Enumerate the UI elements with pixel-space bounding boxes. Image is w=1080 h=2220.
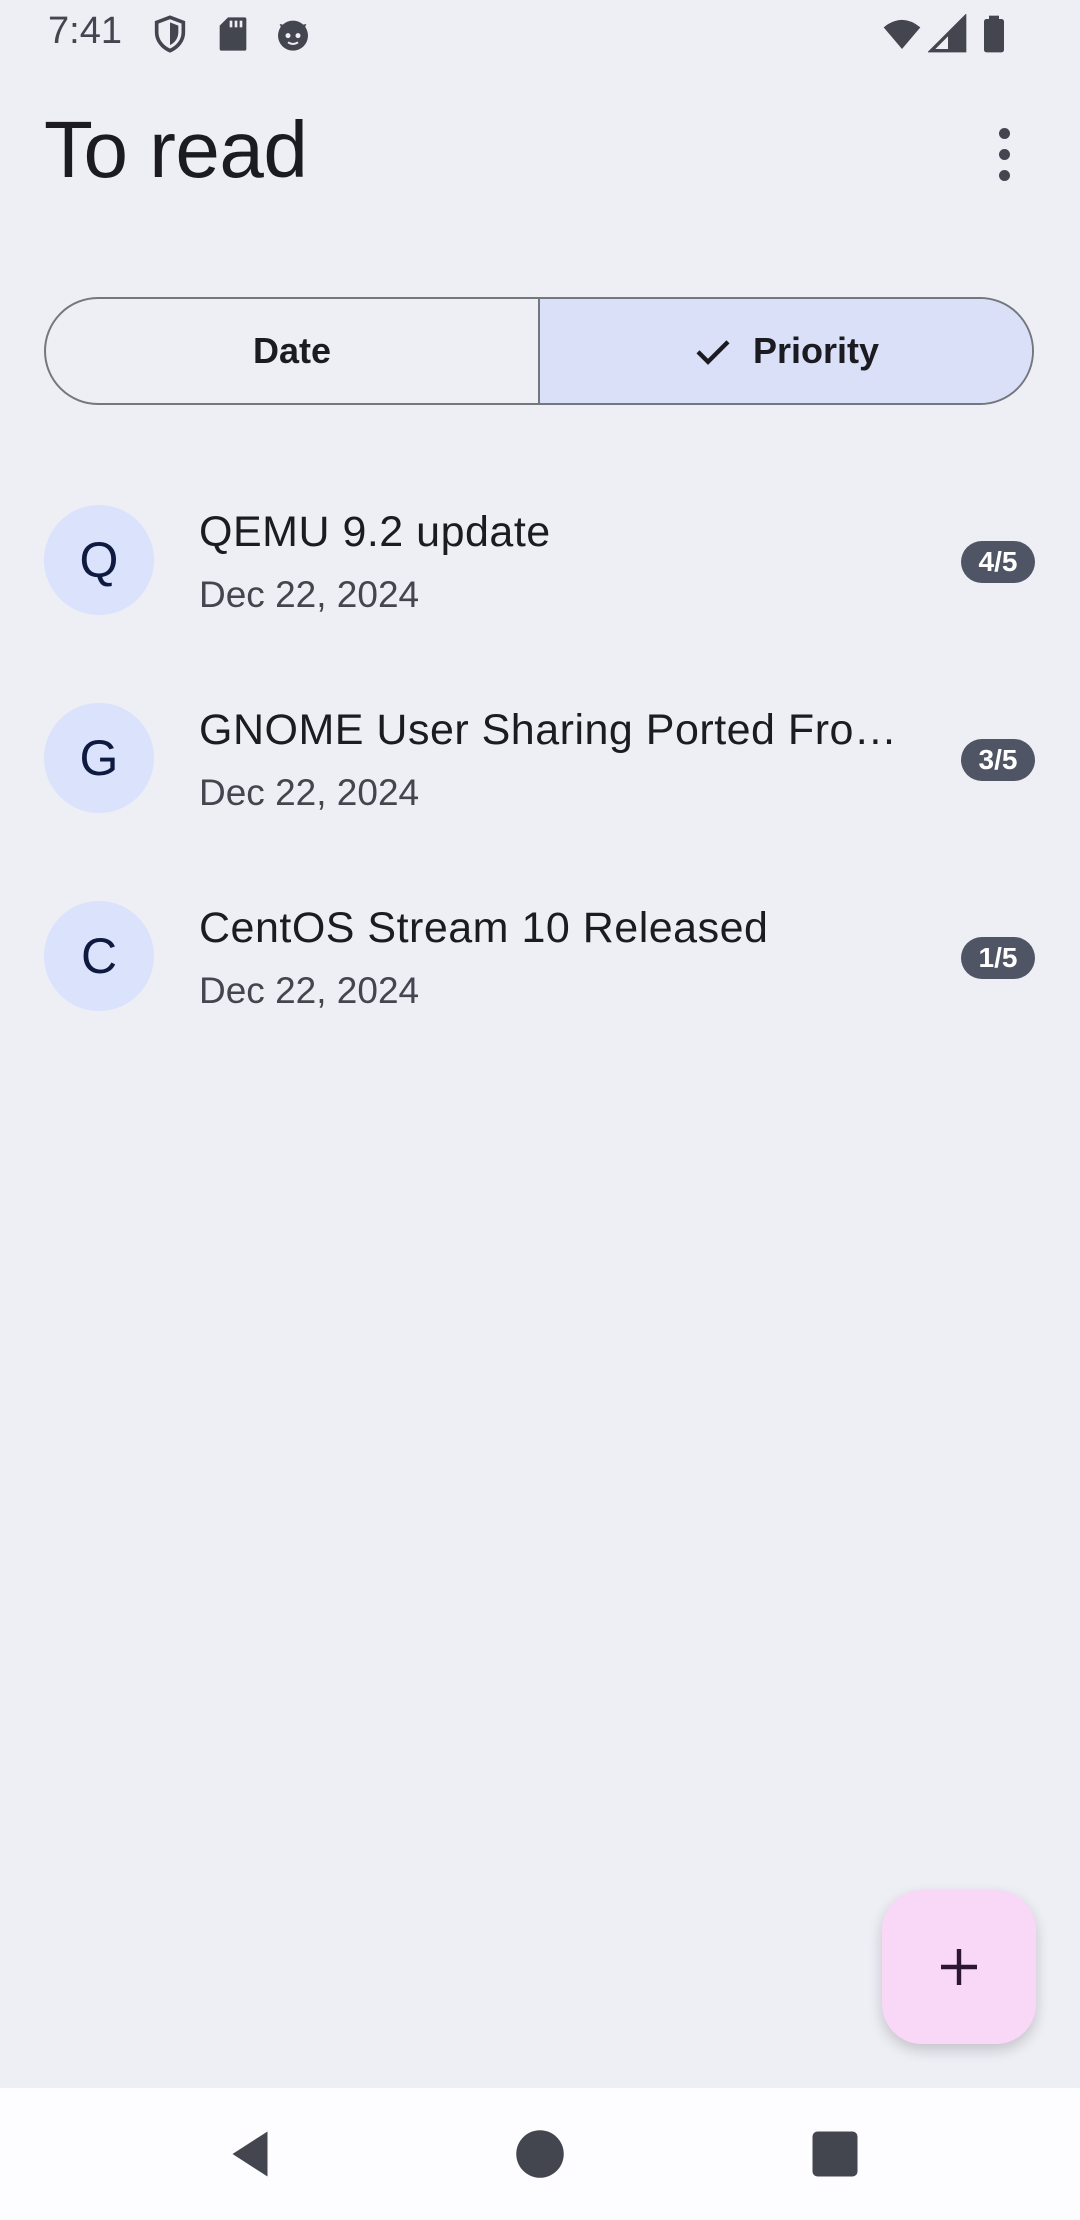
priority-badge: 1/5 [961,937,1035,979]
item-date: Dec 22, 2024 [199,772,420,813]
list-item[interactable]: G GNOME User Sharing Ported Fro… Dec 22,… [0,688,1080,886]
more-vert-icon-dot [998,148,1010,160]
cat-icon [278,20,308,51]
item-date: Dec 22, 2024 [199,574,420,615]
sort-by-date-button[interactable]: Date [46,299,540,403]
sort-date-label: Date [252,330,332,371]
more-vert-icon-dot [998,169,1010,181]
sort-by-priority-button[interactable]: Priority [540,299,1032,403]
check-icon [696,340,730,365]
system-nav-bar [0,2088,1080,2220]
sd-card-icon [219,17,247,51]
status-time: 7:41 [48,10,122,52]
item-title: GNOME User Sharing Ported Fro… [199,706,898,754]
recents-icon[interactable] [805,2124,865,2184]
sort-toggle: Date Priority [44,297,1034,405]
status-bar: 7:41 [0,0,1080,66]
priority-badge: 4/5 [961,541,1035,583]
reading-list: Q QEMU 9.2 update Dec 22, 2024 4/5 G GNO… [0,490,1080,1084]
shield-icon [154,15,186,53]
more-options-button[interactable] [972,118,1036,190]
plus-icon [941,1949,977,1985]
more-vert-icon [998,127,1010,139]
item-title: CentOS Stream 10 Released [199,904,769,952]
page-title: To read [44,105,308,194]
list-item[interactable]: Q QEMU 9.2 update Dec 22, 2024 4/5 [0,490,1080,688]
item-date: Dec 22, 2024 [199,970,420,1011]
avatar: G [44,703,154,813]
home-icon[interactable] [510,2124,570,2184]
item-title: QEMU 9.2 update [199,508,551,556]
wifi-icon [883,19,921,49]
sort-priority-label: Priority [752,330,880,371]
back-icon[interactable] [220,2124,280,2184]
battery-icon [984,15,1004,53]
priority-badge: 3/5 [961,739,1035,781]
avatar: Q [44,505,154,615]
add-item-button[interactable] [882,1890,1036,2044]
list-item[interactable]: C CentOS Stream 10 Released Dec 22, 2024… [0,886,1080,1084]
signal-icon [928,14,967,53]
avatar: C [44,901,154,1011]
